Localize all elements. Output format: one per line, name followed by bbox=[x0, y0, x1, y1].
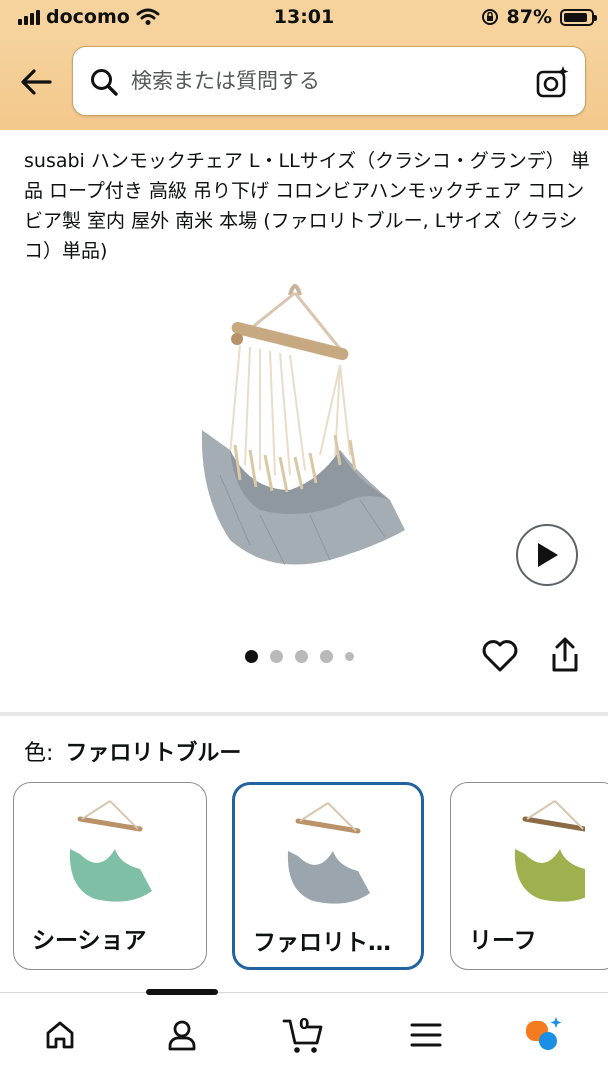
rotation-lock-icon bbox=[481, 9, 498, 25]
color-swatch-seashore[interactable]: シーショア bbox=[13, 782, 207, 970]
status-bar: docomo 13:01 87% bbox=[0, 0, 608, 36]
pagination-dot[interactable] bbox=[270, 650, 283, 663]
play-video-button[interactable] bbox=[516, 524, 578, 586]
nav-cart[interactable]: 0 bbox=[282, 1013, 326, 1057]
swatch-thumbnail bbox=[287, 802, 370, 904]
search-bar[interactable] bbox=[72, 46, 586, 116]
section-divider bbox=[0, 712, 608, 716]
active-tab-indicator bbox=[146, 989, 218, 995]
share-button[interactable] bbox=[545, 636, 585, 676]
nav-rufus[interactable] bbox=[522, 1013, 566, 1057]
search-input[interactable] bbox=[131, 59, 521, 103]
swatch-label: シーショア bbox=[32, 928, 147, 954]
swatch-thumbnail bbox=[514, 800, 585, 902]
product-image[interactable] bbox=[190, 275, 420, 595]
heart-icon bbox=[482, 640, 518, 672]
back-arrow-icon bbox=[21, 69, 52, 95]
rufus-icon bbox=[526, 1017, 562, 1050]
pagination-dot[interactable] bbox=[295, 650, 308, 663]
pagination-dot[interactable] bbox=[245, 650, 258, 663]
nav-account[interactable] bbox=[160, 1013, 204, 1057]
color-selection-header: 色: ファロリトブルー bbox=[24, 735, 241, 767]
status-right: 87% bbox=[481, 6, 597, 28]
image-pagination bbox=[245, 650, 354, 663]
menu-icon bbox=[410, 1023, 442, 1047]
color-swatch-leaf[interactable]: リーフ bbox=[450, 782, 608, 970]
battery-icon bbox=[560, 8, 597, 26]
cart-count: 0 bbox=[299, 1015, 310, 1033]
share-icon bbox=[552, 637, 578, 672]
swatch-label: リーフ bbox=[469, 928, 537, 954]
nav-menu[interactable] bbox=[404, 1013, 448, 1057]
home-icon bbox=[46, 1021, 74, 1049]
account-icon bbox=[168, 1020, 196, 1051]
color-label: 色: bbox=[24, 741, 54, 766]
swatch-thumbnail bbox=[69, 800, 152, 902]
product-title[interactable]: susabi ハンモックチェア L・LLサイズ（クラシコ・グランデ） 単品 ロー… bbox=[24, 146, 590, 266]
pagination-dot[interactable] bbox=[345, 652, 354, 661]
header bbox=[0, 36, 608, 130]
bottom-navigation: 0 bbox=[0, 989, 608, 1080]
wishlist-button[interactable] bbox=[480, 636, 520, 676]
selected-color-name: ファロリトブルー bbox=[65, 741, 242, 766]
color-swatch-farolito-blue[interactable]: ファロリト… bbox=[232, 782, 424, 970]
nav-home[interactable] bbox=[38, 1013, 82, 1057]
search-icon bbox=[91, 69, 118, 96]
camera-search-icon[interactable] bbox=[535, 64, 571, 100]
pagination-dot[interactable] bbox=[320, 650, 333, 663]
back-button[interactable] bbox=[14, 62, 58, 102]
play-icon bbox=[538, 543, 558, 567]
battery-percent: 87% bbox=[506, 6, 552, 28]
swatch-label: ファロリト… bbox=[253, 930, 391, 956]
